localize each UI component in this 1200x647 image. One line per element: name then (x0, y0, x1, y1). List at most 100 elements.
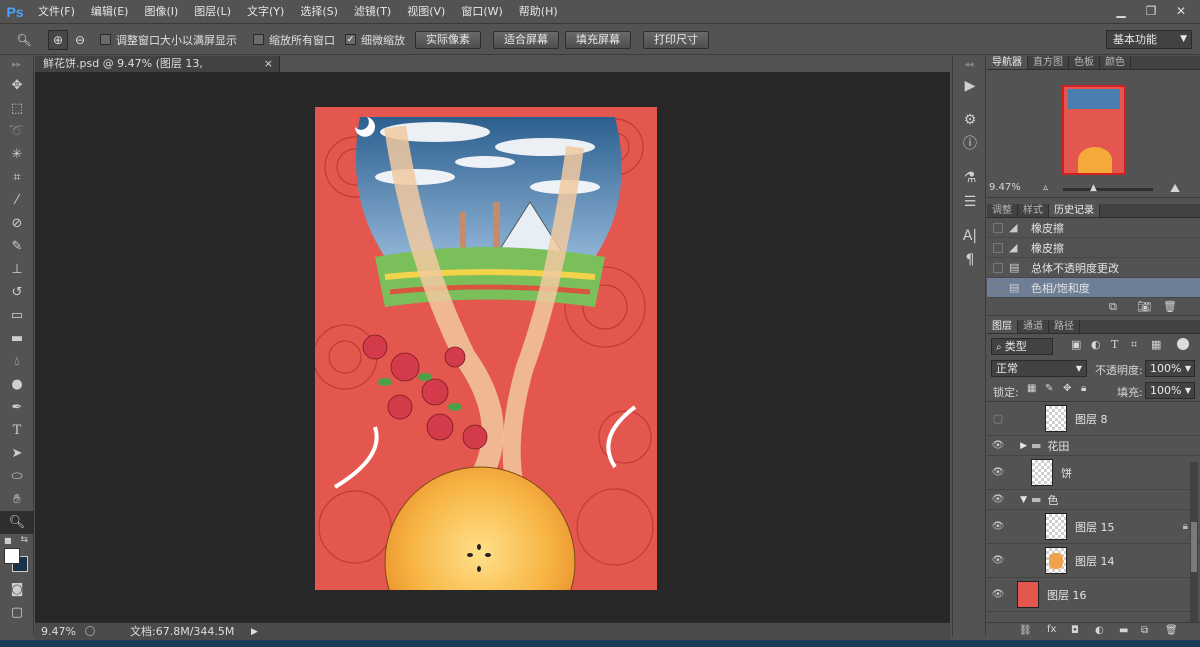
trash-icon[interactable]: 🗑︎ (1163, 300, 1177, 313)
eraser-tool-icon[interactable]: ▭ (0, 304, 34, 327)
menu-layer[interactable]: 图层(L) (186, 0, 239, 24)
navigator-zoom-value[interactable]: 9.47% (989, 182, 1021, 193)
layers-scrollbar[interactable] (1190, 462, 1198, 622)
tab-navigator[interactable]: 导航器 (987, 56, 1028, 69)
menu-edit[interactable]: 编辑(E) (83, 0, 137, 24)
layer-row[interactable]: 👁︎ 图层 14 (987, 544, 1200, 578)
history-snapshot-box[interactable] (993, 282, 1003, 293)
tab-channels[interactable]: 通道 (1018, 320, 1049, 333)
artwork-canvas[interactable] (315, 107, 657, 590)
character-icon[interactable]: A| (953, 224, 987, 248)
filter-adjustment-icon[interactable]: ◐ (1091, 338, 1101, 351)
info-icon[interactable]: ⓘ (953, 132, 987, 156)
layer-name[interactable]: 花田 (1047, 438, 1069, 454)
tab-styles[interactable]: 样式 (1018, 204, 1049, 217)
tab-histogram[interactable]: 直方图 (1028, 56, 1069, 69)
dodge-tool-icon[interactable]: ● (0, 373, 34, 396)
history-item[interactable]: ◢ 橡皮擦 (987, 238, 1200, 258)
new-document-from-state-icon[interactable]: ⧉ (1109, 300, 1117, 314)
fit-screen-button[interactable]: 适合屏幕 (493, 30, 559, 49)
collapse-arrow-icon[interactable]: ▼ (1009, 495, 1031, 505)
fill-screen-button[interactable]: 填充屏幕 (565, 30, 631, 49)
zoom-in-icon[interactable]: ⊕ (48, 29, 68, 50)
scrubby-zoom-checkbox[interactable]: ✓ (345, 34, 356, 45)
filter-pixel-icon[interactable]: ▣ (1071, 338, 1081, 351)
menu-filter[interactable]: 滤镜(T) (346, 0, 399, 24)
history-item[interactable]: ◢ 橡皮擦 (987, 218, 1200, 238)
history-item[interactable]: ▤ 总体不透明度更改 (987, 258, 1200, 278)
adjustment-layer-icon[interactable]: ◐ (1095, 625, 1104, 636)
eyedropper-tool-icon[interactable]: ⁄ (0, 189, 34, 212)
eye-icon[interactable]: 👁︎ (987, 589, 1009, 600)
brush-presets-icon[interactable]: ⚗ (953, 166, 987, 190)
new-layer-icon[interactable]: ⧉ (1141, 625, 1148, 636)
eye-icon[interactable]: 👁︎ (987, 440, 1009, 451)
menu-image[interactable]: 图像(I) (136, 0, 186, 24)
expand-arrow-icon[interactable]: ▶ (1009, 441, 1031, 451)
panel-grip-icon[interactable]: ◂◂ (953, 56, 985, 74)
menu-type[interactable]: 文字(Y) (239, 0, 292, 24)
brush-tool-icon[interactable]: ✎ (0, 235, 34, 258)
layer-filter-kind-select[interactable]: ⌕ 类型 (991, 338, 1053, 355)
zoom-out-icon[interactable]: ⊖ (70, 30, 90, 50)
crop-tool-icon[interactable]: ⌗ (0, 166, 34, 189)
zoom-all-checkbox[interactable] (253, 34, 264, 45)
layer-mask-icon[interactable]: ◘ (1071, 625, 1079, 636)
move-tool-icon[interactable]: ✥ (0, 74, 34, 97)
path-selection-tool-icon[interactable]: ➤ (0, 442, 34, 465)
layer-style-fx-icon[interactable]: fx (1047, 624, 1056, 635)
zoom-slider-thumb[interactable]: ▲ (1090, 183, 1097, 193)
filter-shape-icon[interactable]: ⌗ (1131, 338, 1137, 352)
layer-name[interactable]: 图层 8 (1075, 411, 1108, 427)
shape-tool-icon[interactable]: ⬭ (0, 465, 34, 488)
layer-row[interactable]: 👁︎ 饼 (987, 456, 1200, 490)
menu-select[interactable]: 选择(S) (292, 0, 346, 24)
foreground-color-swatch[interactable] (4, 548, 20, 564)
pen-tool-icon[interactable]: ✒ (0, 396, 34, 419)
delete-layer-icon[interactable]: 🗑︎ (1165, 625, 1178, 636)
actions-play-icon[interactable]: ▶ (953, 74, 987, 98)
minimize-icon[interactable]: ▁ (1108, 2, 1134, 20)
opacity-field[interactable]: 100% ▼ (1145, 360, 1195, 377)
lock-position-icon[interactable]: ✥ (1063, 383, 1071, 394)
swap-colors-icon[interactable]: ⇆ (20, 535, 28, 545)
menu-help[interactable]: 帮助(H) (511, 0, 566, 24)
status-zoom[interactable]: 9.47% (41, 623, 76, 641)
camera-icon[interactable]: 📷︎ (1137, 300, 1151, 313)
marquee-tool-icon[interactable]: ⬚ (0, 97, 34, 120)
layer-name[interactable]: 图层 14 (1075, 553, 1115, 569)
gradient-tool-icon[interactable]: ▬ (0, 327, 34, 350)
zoom-tool-icon[interactable]: 🔍︎ (14, 30, 34, 50)
tab-history[interactable]: 历史记录 (1049, 204, 1100, 217)
history-brush-tool-icon[interactable]: ↺ (0, 281, 34, 304)
layer-name[interactable]: 图层 15 (1075, 519, 1115, 535)
status-menu-arrow-icon[interactable]: ▶ (251, 623, 258, 641)
workspace-select[interactable]: 基本功能 ▼ (1106, 30, 1192, 49)
brush-settings-icon[interactable]: ☰ (953, 190, 987, 214)
blend-mode-select[interactable]: 正常 ▼ (991, 360, 1087, 377)
magic-wand-tool-icon[interactable]: ✳ (0, 143, 34, 166)
history-snapshot-box[interactable] (993, 222, 1003, 233)
layer-thumbnail[interactable] (1017, 581, 1039, 608)
toolbox-grip-icon[interactable]: ▸▸ (0, 56, 33, 74)
document-canvas-area[interactable] (35, 72, 950, 622)
status-info-icon[interactable] (85, 626, 95, 636)
layer-name[interactable]: 饼 (1061, 465, 1072, 481)
eye-icon[interactable]: 👁︎ (987, 467, 1009, 478)
layer-name[interactable]: 色 (1047, 492, 1058, 508)
tab-adjustments[interactable]: 调整 (987, 204, 1018, 217)
navigator-zoom-slider[interactable] (1063, 188, 1153, 191)
default-colors-icon[interactable]: ■ (4, 536, 12, 545)
history-snapshot-box[interactable] (993, 262, 1003, 273)
lock-transparent-icon[interactable]: ▦ (1027, 383, 1036, 394)
layer-group-row[interactable]: 👁︎ ▶ ▬ 花田 (987, 436, 1200, 456)
lasso-tool-icon[interactable]: ➰ (0, 120, 34, 143)
healing-brush-tool-icon[interactable]: ⊘ (0, 212, 34, 235)
paragraph-icon[interactable]: ¶ (953, 248, 987, 272)
layer-row[interactable]: 👁︎ 图层 16 (987, 578, 1200, 612)
quick-mask-icon[interactable]: ◙ (0, 578, 34, 601)
menu-view[interactable]: 视图(V) (399, 0, 453, 24)
scrollbar-thumb[interactable] (1191, 522, 1197, 572)
tab-color[interactable]: 颜色 (1100, 56, 1131, 69)
restore-icon[interactable]: ❐ (1138, 2, 1164, 20)
